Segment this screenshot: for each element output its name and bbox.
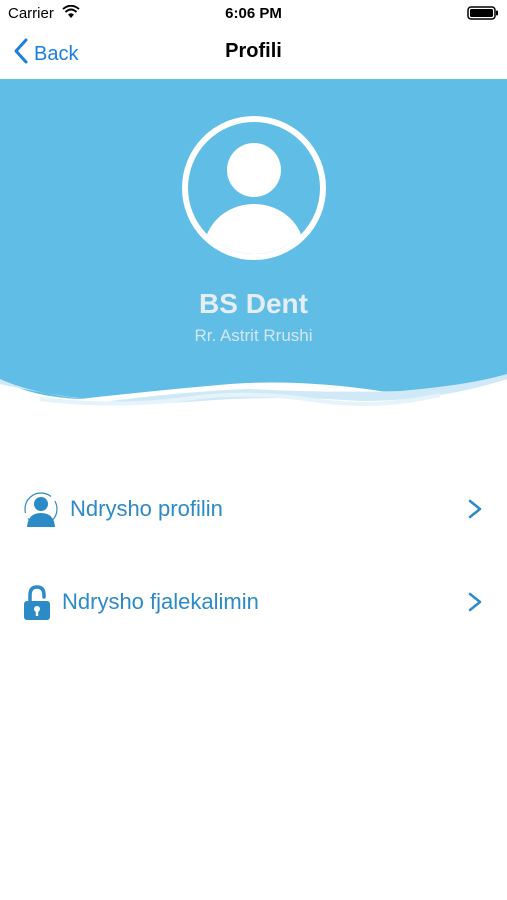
profile-name: BS Dent (199, 288, 308, 319)
user-icon (22, 492, 60, 528)
battery-icon (467, 6, 499, 24)
change-password-label: Ndrysho fjalekalimin (62, 589, 259, 614)
chevron-right-icon (467, 591, 483, 613)
status-time: 6:06 PM (225, 5, 282, 22)
chevron-right-icon (467, 498, 483, 520)
navigation-bar: Back Profili (0, 28, 507, 78)
unlock-icon (22, 585, 60, 621)
change-password-row[interactable]: Ndrysho fjalekalimin (0, 571, 507, 635)
user-avatar-icon (180, 114, 328, 262)
profile-address: Rr. Astrit Rrushi (194, 326, 313, 345)
edit-profile-row[interactable]: Ndrysho profilin (0, 478, 507, 542)
page-title: Profili (225, 40, 282, 62)
edit-profile-label: Ndrysho profilin (70, 496, 223, 521)
status-bar: Carrier 6:06 PM (0, 0, 507, 28)
